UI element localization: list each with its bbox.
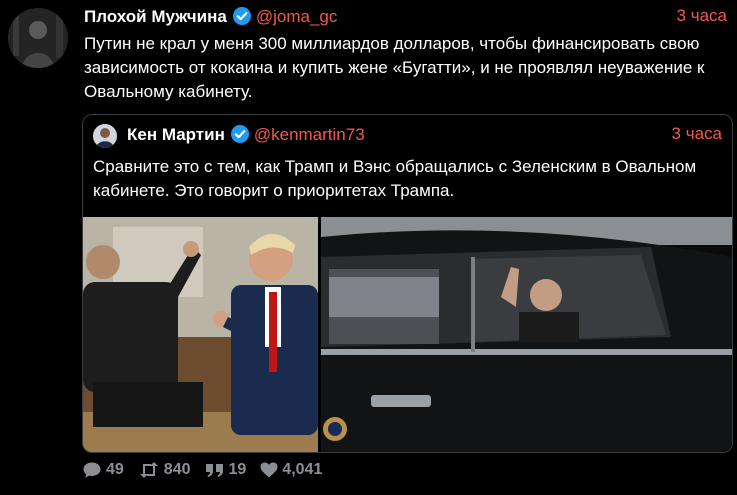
- quote-button[interactable]: 19: [205, 461, 247, 479]
- tweet-text: Путин не крал у меня 300 миллиардов долл…: [84, 34, 705, 101]
- like-count: 4,041: [282, 461, 323, 478]
- retweet-button[interactable]: 840: [138, 461, 191, 479]
- reply-count: 49: [106, 461, 124, 478]
- tweet-actions: 49 840 19 4,041: [82, 459, 336, 481]
- author-avatar[interactable]: [8, 8, 68, 68]
- reply-button[interactable]: 49: [82, 461, 124, 479]
- reply-icon: [83, 462, 101, 478]
- retweet-icon: [139, 462, 158, 478]
- author-name[interactable]: Плохой Мужчина: [84, 7, 227, 26]
- quoted-media: [83, 217, 732, 452]
- quoted-author-name[interactable]: Кен Мартин: [127, 125, 225, 144]
- quote-icon: [205, 464, 223, 477]
- quoted-tweet[interactable]: Кен Мартин @kenmartin73 3 часа Сравните э…: [82, 114, 733, 453]
- author-handle[interactable]: @joma_gc: [256, 7, 338, 26]
- quoted-author-avatar[interactable]: [93, 124, 117, 148]
- verified-badge-icon: [232, 6, 252, 26]
- heart-icon: [260, 462, 278, 478]
- car-window-photo[interactable]: [321, 217, 732, 452]
- quoted-author-handle[interactable]: @kenmartin73: [254, 125, 365, 144]
- quoted-text: Сравните это с тем, как Трамп и Вэнс обр…: [93, 157, 697, 200]
- retweet-count: 840: [163, 461, 191, 478]
- oval-office-photo[interactable]: [83, 217, 318, 452]
- verified-badge-icon: [230, 124, 250, 144]
- like-button[interactable]: 4,041: [260, 461, 322, 479]
- tweet-header: Плохой Мужчина @joma_gc 3 часа: [84, 6, 727, 30]
- tweet-card: Плохой Мужчина @joma_gc 3 часа Путин не к…: [0, 0, 737, 495]
- quote-count: 19: [228, 461, 247, 478]
- quoted-header: Кен Мартин @kenmartin73 3 часа: [127, 124, 722, 148]
- quoted-time[interactable]: 3 часа: [672, 124, 722, 144]
- tweet-time[interactable]: 3 часа: [677, 6, 727, 26]
